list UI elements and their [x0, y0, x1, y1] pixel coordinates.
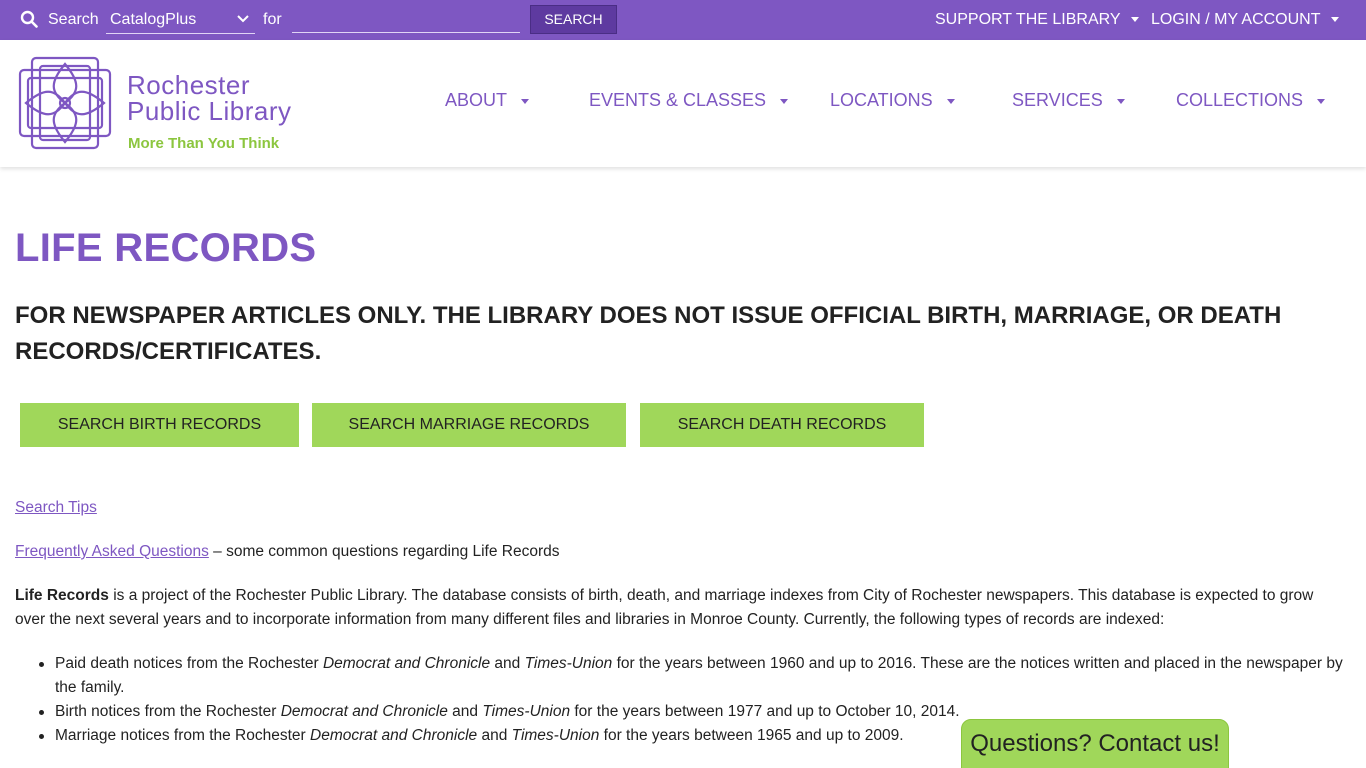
- newspaper-name: Democrat and Chronicle: [322, 655, 491, 672]
- nav-collections[interactable]: COLLECTIONS: [1176, 90, 1326, 111]
- search-icon[interactable]: [20, 10, 38, 28]
- bullet-text: and: [477, 727, 512, 744]
- bullet-text: Birth notices from the Rochester: [55, 703, 281, 720]
- contact-us-tab[interactable]: Questions? Contact us!: [961, 719, 1229, 768]
- search-tips-paragraph: Search Tips: [15, 496, 97, 520]
- caret-down-icon: [780, 98, 789, 104]
- caret-down-icon: [1317, 98, 1326, 104]
- newspaper-name: Times-Union: [482, 703, 571, 720]
- caret-down-icon: [946, 98, 955, 104]
- nav-events-classes-label: EVENTS & CLASSES: [589, 90, 767, 110]
- intro-bold: Life Records: [15, 587, 109, 604]
- intro-paragraph: Life Records is a project of the Rochest…: [15, 584, 1345, 632]
- nav-locations[interactable]: LOCATIONS: [830, 90, 955, 111]
- library-tagline: More Than You Think: [128, 135, 280, 152]
- nav-services-label: SERVICES: [1012, 90, 1103, 110]
- newspaper-name: Times-Union: [524, 655, 613, 672]
- support-library-link[interactable]: SUPPORT THE LIBRARY: [935, 11, 1139, 29]
- search-scope-select[interactable]: CatalogPlus: [106, 6, 255, 34]
- search-button[interactable]: SEARCH: [530, 5, 617, 34]
- bullet-text: Marriage notices from the Rochester: [55, 727, 310, 744]
- search-death-records-button[interactable]: SEARCH DEATH RECORDS: [640, 403, 924, 447]
- login-account-label: LOGIN / MY ACCOUNT: [1151, 11, 1321, 28]
- bullet-icon: [39, 710, 44, 715]
- faq-link[interactable]: Frequently Asked Questions: [15, 543, 209, 560]
- bullet-text: and: [447, 703, 483, 720]
- nav-locations-label: LOCATIONS: [830, 90, 933, 110]
- faq-paragraph: Frequently Asked Questions – some common…: [15, 540, 560, 564]
- site-header: Rochester Public Library More Than You T…: [0, 40, 1366, 167]
- library-name-line2: Public Library: [127, 96, 292, 126]
- bullet-text: for the years between 1977 and up to Oct…: [570, 703, 960, 720]
- search-marriage-records-button[interactable]: SEARCH MARRIAGE RECORDS: [312, 403, 626, 447]
- caret-down-icon: [1116, 98, 1125, 104]
- newspaper-name: Democrat and Chronicle: [310, 727, 478, 744]
- page-title: LIFE RECORDS: [15, 226, 317, 270]
- search-label: Search: [48, 11, 99, 28]
- nav-services[interactable]: SERVICES: [1012, 90, 1125, 111]
- search-scope-value: CatalogPlus: [110, 11, 197, 28]
- bullet-text: and: [490, 655, 525, 672]
- bullet-text: for the years between 1965 and up to 200…: [599, 727, 904, 744]
- caret-down-icon: [521, 98, 530, 104]
- page-subtitle: FOR NEWSPAPER ARTICLES ONLY. THE LIBRARY…: [15, 302, 1282, 365]
- nav-events-classes[interactable]: EVENTS & CLASSES: [589, 90, 789, 111]
- nav-collections-label: COLLECTIONS: [1176, 90, 1304, 110]
- bullet-icon: [39, 734, 44, 739]
- support-library-label: SUPPORT THE LIBRARY: [935, 11, 1121, 28]
- for-label: for: [263, 11, 282, 28]
- caret-down-icon: [1330, 17, 1339, 23]
- newspaper-name: Times-Union: [511, 727, 600, 744]
- bullet-text: Paid death notices from the Rochester: [55, 655, 323, 672]
- utility-bar: Search CatalogPlus for SEARCH SUPPORT TH…: [0, 0, 1366, 40]
- newspaper-name: Democrat and Chronicle: [280, 703, 448, 720]
- search-birth-records-button[interactable]: SEARCH BIRTH RECORDS: [20, 403, 299, 447]
- nav-about-label: ABOUT: [445, 90, 508, 110]
- intro-text: is a project of the Rochester Public Lib…: [15, 587, 1314, 628]
- faq-description: – some common questions regarding Life R…: [208, 543, 560, 560]
- search-tips-link[interactable]: Search Tips: [15, 499, 97, 516]
- library-logo-icon[interactable]: [14, 52, 116, 154]
- list-item: Paid death notices from the Rochester De…: [39, 652, 1345, 700]
- bullet-icon: [39, 662, 44, 667]
- caret-down-icon: [1130, 17, 1139, 23]
- login-account-link[interactable]: LOGIN / MY ACCOUNT: [1151, 11, 1339, 29]
- search-input[interactable]: [292, 8, 520, 33]
- nav-about[interactable]: ABOUT: [445, 90, 530, 111]
- chevron-down-icon: [237, 15, 249, 23]
